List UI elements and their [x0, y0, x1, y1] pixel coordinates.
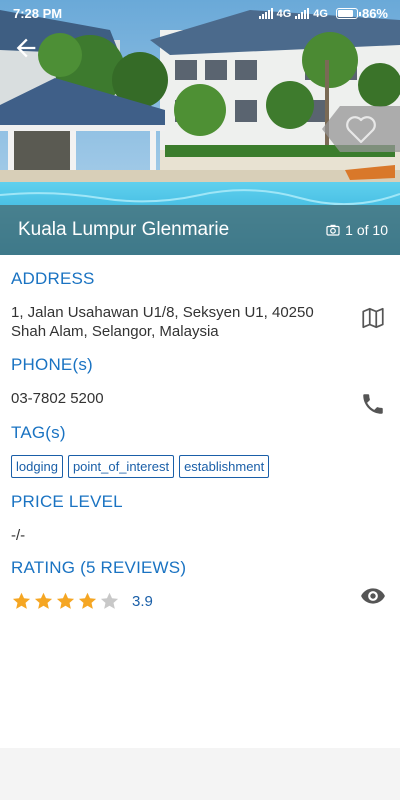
signal-icon: [295, 8, 310, 19]
rating-row: 3.9: [11, 591, 153, 612]
phone-icon: [363, 394, 383, 414]
view-reviews-button[interactable]: [360, 583, 386, 609]
phone-value[interactable]: 03-7802 5200: [11, 389, 104, 409]
details-panel: ADDRESS 1, Jalan Usahawan U1/8, Seksyen …: [0, 255, 400, 748]
address-line-2: Shah Alam, Selangor, Malaysia: [11, 323, 219, 340]
battery-icon: [335, 8, 361, 19]
status-time: 7:28 PM: [13, 6, 63, 21]
tag-establishment[interactable]: establishment: [179, 455, 270, 478]
arrow-back-icon: [16, 38, 36, 58]
photo-counter[interactable]: 1 of 10: [326, 222, 388, 238]
title-bar: Kuala Lumpur Glenmarie 1 of 10: [0, 205, 400, 255]
star-empty-icon: [100, 592, 119, 609]
battery-percent: 86%: [361, 6, 388, 21]
tag-lodging[interactable]: lodging: [11, 455, 63, 478]
call-button[interactable]: [360, 391, 386, 417]
star-filled-icon: [78, 592, 97, 609]
tag-list: lodging point_of_interest establishment: [11, 455, 270, 478]
network-type-1: 4G: [276, 7, 292, 20]
star-filled-icon: [34, 592, 53, 609]
price-level-value: -/-: [11, 527, 26, 544]
photo-counter-text: 1 of 10: [345, 222, 388, 238]
address-line-1: 1, Jalan Usahawan U1/8, Seksyen U1, 4025…: [11, 304, 314, 321]
footer-area: [0, 748, 400, 800]
star-rating: [11, 591, 120, 612]
star-filled-icon: [56, 592, 75, 609]
back-button[interactable]: [12, 34, 40, 62]
address-label: ADDRESS: [11, 269, 95, 288]
star-filled-icon: [12, 592, 31, 609]
tag-point-of-interest[interactable]: point_of_interest: [67, 455, 175, 478]
status-bar: 7:28 PM 4G 4G 86%: [0, 0, 400, 26]
price-level-label: PRICE LEVEL: [11, 492, 123, 511]
hero-photo[interactable]: 7:28 PM 4G 4G 86% Kuala Lumpur Glenmarie: [0, 0, 400, 255]
phone-label: PHONE(s): [11, 355, 93, 374]
rating-value: 3.9: [132, 593, 153, 610]
map-button[interactable]: [360, 305, 386, 331]
place-title: Kuala Lumpur Glenmarie: [18, 219, 230, 240]
rating-label: RATING (5 REVIEWS): [11, 558, 187, 577]
signal-icon: [258, 8, 273, 19]
favorite-button[interactable]: [322, 106, 400, 152]
network-type-2: 4G: [313, 7, 328, 20]
map-icon: [362, 307, 384, 329]
tags-label: TAG(s): [11, 423, 66, 442]
camera-icon: [326, 224, 340, 236]
eye-icon: [361, 588, 385, 604]
